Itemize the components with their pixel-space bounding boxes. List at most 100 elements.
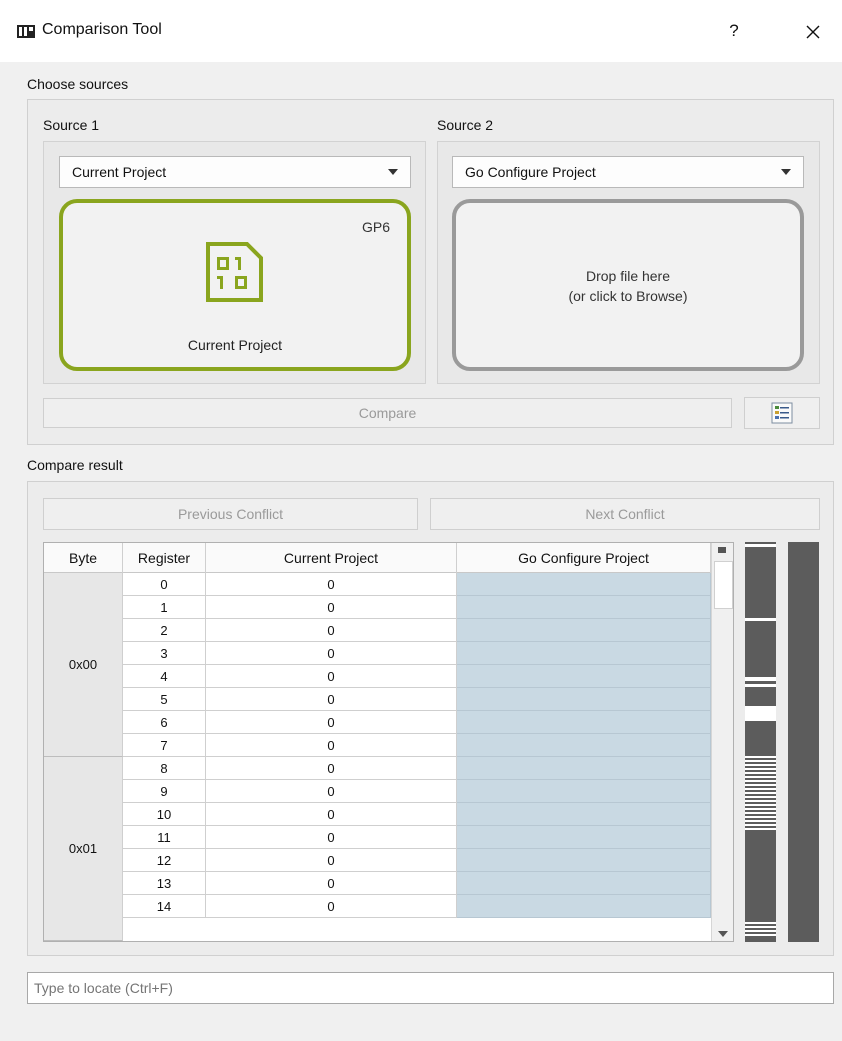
source2-selected-value: Go Configure Project bbox=[465, 164, 596, 180]
help-button[interactable]: ? bbox=[722, 19, 746, 43]
source1-label: Source 1 bbox=[43, 117, 100, 133]
column-header-go-configure-project[interactable]: Go Configure Project bbox=[457, 543, 711, 573]
overview-bar-right[interactable] bbox=[788, 542, 819, 942]
table-row[interactable]: 70 bbox=[44, 734, 711, 757]
column-header-register[interactable]: Register bbox=[123, 543, 206, 573]
chevron-down-icon bbox=[388, 169, 398, 175]
go-configure-cell bbox=[457, 596, 711, 619]
current-project-cell: 0 bbox=[206, 803, 457, 826]
source2-select[interactable]: Go Configure Project bbox=[452, 156, 804, 188]
conflict-overview-bar[interactable] bbox=[745, 542, 776, 942]
table-row[interactable]: 10 bbox=[44, 596, 711, 619]
options-button[interactable] bbox=[744, 397, 820, 429]
app-chip-icon bbox=[17, 25, 35, 38]
current-project-cell: 0 bbox=[206, 665, 457, 688]
source1-card-label: Current Project bbox=[187, 337, 283, 353]
current-project-cell: 0 bbox=[206, 849, 457, 872]
register-cell: 8 bbox=[123, 757, 206, 780]
close-button[interactable] bbox=[800, 19, 826, 45]
list-settings-icon bbox=[771, 402, 793, 424]
column-header-byte[interactable]: Byte bbox=[44, 543, 123, 573]
current-project-cell: 0 bbox=[206, 895, 457, 918]
table-row[interactable]: 40 bbox=[44, 665, 711, 688]
table-row[interactable]: 80 bbox=[44, 757, 711, 780]
current-project-cell: 0 bbox=[206, 872, 457, 895]
register-cell: 5 bbox=[123, 688, 206, 711]
go-configure-cell bbox=[457, 665, 711, 688]
go-configure-cell bbox=[457, 619, 711, 642]
drop-zone-line2: (or click to Browse) bbox=[568, 288, 688, 304]
go-configure-cell bbox=[457, 826, 711, 849]
current-project-cell: 0 bbox=[206, 642, 457, 665]
register-cell: 4 bbox=[123, 665, 206, 688]
next-conflict-button[interactable]: Next Conflict bbox=[430, 498, 820, 530]
current-project-cell: 0 bbox=[206, 711, 457, 734]
go-configure-cell bbox=[457, 757, 711, 780]
register-cell: 11 bbox=[123, 826, 206, 849]
current-project-cell: 0 bbox=[206, 757, 457, 780]
byte-cell: 0x01 bbox=[44, 757, 123, 941]
source1-card-tag: GP6 bbox=[362, 219, 391, 235]
drop-zone-line1: Drop file here bbox=[585, 268, 671, 284]
register-cell: 13 bbox=[123, 872, 206, 895]
table-header: Byte Register Current Project Go Configu… bbox=[44, 543, 711, 573]
choose-sources-label: Choose sources bbox=[27, 76, 129, 92]
scroll-up-arrow-icon[interactable] bbox=[718, 547, 726, 553]
table-row[interactable]: 50 bbox=[44, 688, 711, 711]
current-project-cell: 0 bbox=[206, 619, 457, 642]
binary-file-icon bbox=[206, 242, 263, 302]
register-cell: 3 bbox=[123, 642, 206, 665]
register-cell: 6 bbox=[123, 711, 206, 734]
register-cell: 2 bbox=[123, 619, 206, 642]
register-cell: 10 bbox=[123, 803, 206, 826]
compare-button[interactable]: Compare bbox=[43, 398, 732, 428]
table-row[interactable]: 60 bbox=[44, 711, 711, 734]
go-configure-cell bbox=[457, 872, 711, 895]
window-title: Comparison Tool bbox=[42, 21, 162, 38]
conflict-marks bbox=[745, 756, 776, 830]
table-row[interactable]: 12 0 bbox=[44, 849, 711, 872]
close-icon bbox=[806, 25, 820, 39]
register-cell: 7 bbox=[123, 734, 206, 757]
register-cell: 0 bbox=[123, 573, 206, 596]
source1-select[interactable]: Current Project bbox=[59, 156, 411, 188]
register-cell: 14 bbox=[123, 895, 206, 918]
go-configure-cell bbox=[457, 895, 711, 918]
table-row[interactable]: 90 bbox=[44, 780, 711, 803]
go-configure-cell bbox=[457, 849, 711, 872]
scrollbar-thumb[interactable] bbox=[714, 561, 733, 609]
table-scrollbar[interactable] bbox=[711, 543, 733, 941]
compare-table: Byte Register Current Project Go Configu… bbox=[43, 542, 734, 942]
table-row[interactable]: 10 0 bbox=[44, 803, 711, 826]
register-cell: 1 bbox=[123, 596, 206, 619]
table-row[interactable]: 30 bbox=[44, 642, 711, 665]
scroll-down-arrow-icon[interactable] bbox=[718, 931, 728, 937]
go-configure-cell bbox=[457, 780, 711, 803]
compare-result-label: Compare result bbox=[27, 457, 123, 473]
table-row[interactable]: 11 0 bbox=[44, 826, 711, 849]
source1-selected-value: Current Project bbox=[72, 164, 167, 180]
table-row[interactable]: 00 bbox=[44, 573, 711, 596]
go-configure-cell bbox=[457, 803, 711, 826]
chevron-down-icon bbox=[781, 169, 791, 175]
register-cell: 9 bbox=[123, 780, 206, 803]
go-configure-cell bbox=[457, 711, 711, 734]
byte-cell: 0x00 bbox=[44, 573, 123, 757]
current-project-cell: 0 bbox=[206, 688, 457, 711]
previous-conflict-button[interactable]: Previous Conflict bbox=[43, 498, 418, 530]
column-header-current-project[interactable]: Current Project bbox=[206, 543, 457, 573]
current-project-cell: 0 bbox=[206, 780, 457, 803]
locate-search-input[interactable] bbox=[27, 972, 834, 1004]
table-body: 0 0 1 0 2 0 3 0 4 0 5 0 6 0 7 0 0x00 8 0 9 0 10 0 11 0 12 0 13 0 14 0 0… bbox=[44, 573, 711, 941]
table-row[interactable]: 20 bbox=[44, 619, 711, 642]
current-project-cell: 0 bbox=[206, 596, 457, 619]
table-row[interactable]: 13 0 bbox=[44, 872, 711, 895]
current-project-cell: 0 bbox=[206, 826, 457, 849]
source2-label: Source 2 bbox=[437, 117, 494, 133]
conflict-marks-bottom bbox=[745, 922, 776, 936]
go-configure-cell bbox=[457, 734, 711, 757]
source2-drop-zone[interactable] bbox=[452, 199, 804, 371]
current-project-cell: 0 bbox=[206, 573, 457, 596]
current-project-cell: 0 bbox=[206, 734, 457, 757]
table-row[interactable]: 14 0 bbox=[44, 895, 711, 918]
